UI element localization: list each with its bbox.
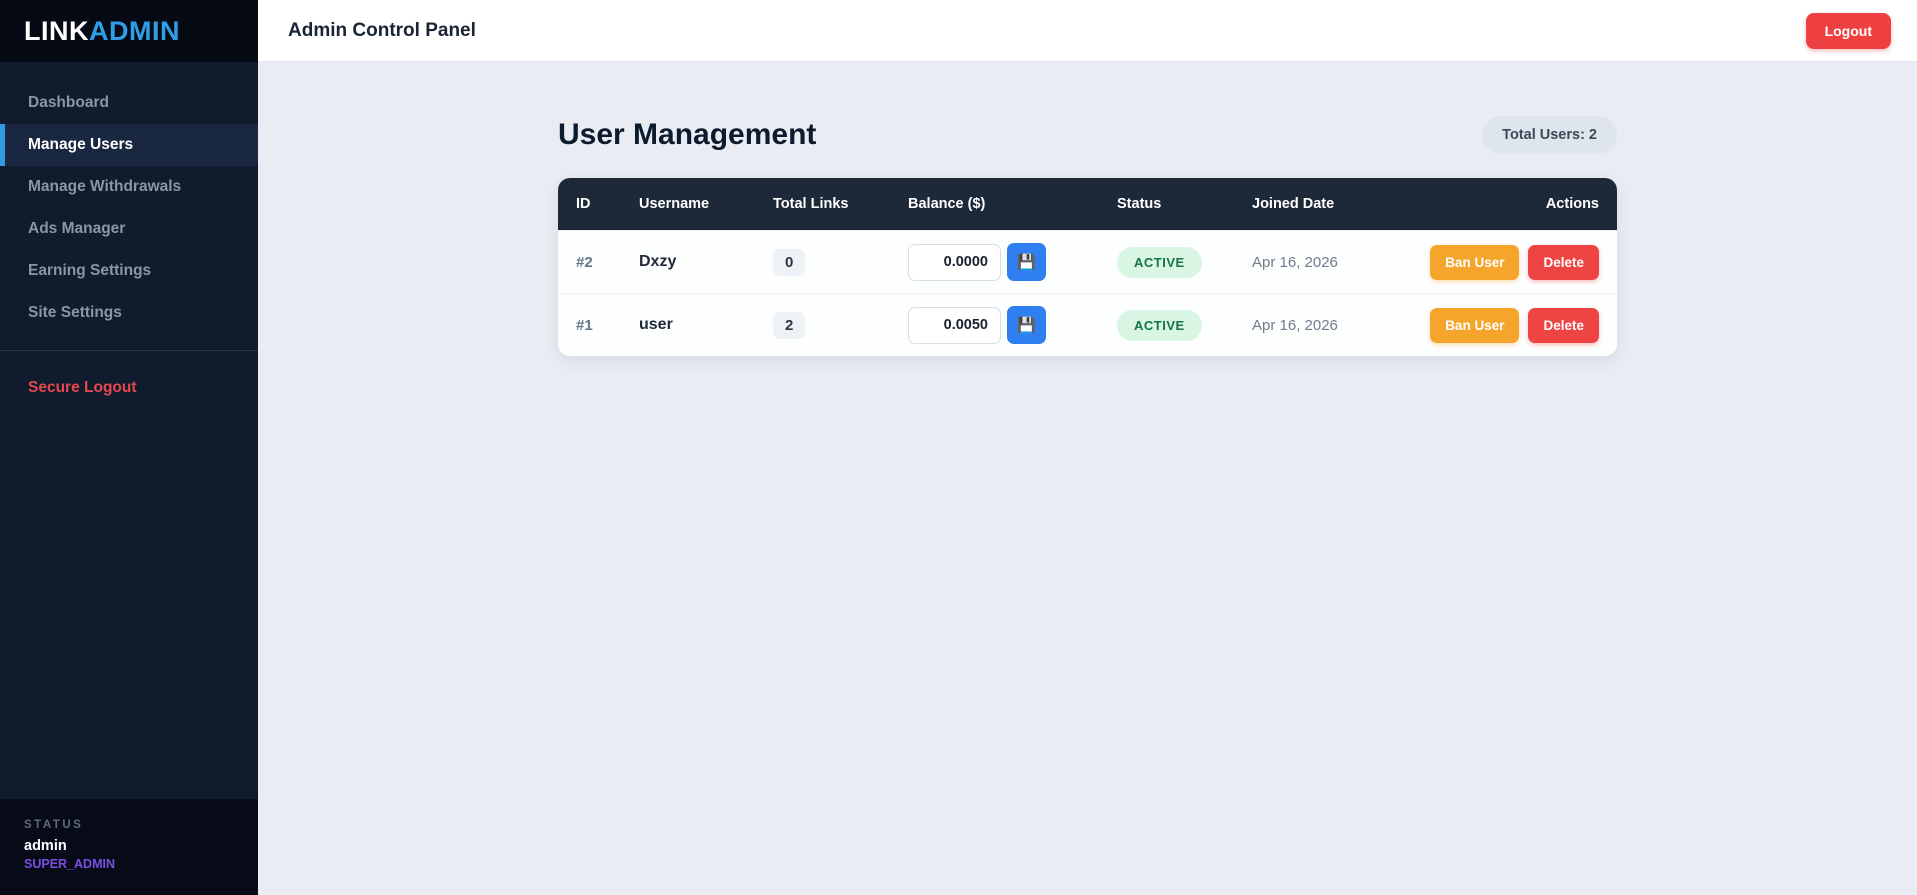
table-header-row: ID Username Total Links Balance ($) Stat…	[558, 178, 1617, 230]
sidebar-footer: STATUS admin SUPER_ADMIN	[0, 799, 258, 895]
table-row: #2Dxzy0 💾 ACTIVE Apr 16, 2026 Ban User Delete	[558, 230, 1617, 293]
balance-input[interactable]	[908, 244, 1001, 281]
status-badge: ACTIVE	[1117, 310, 1202, 341]
main-column: Admin Control Panel Logout User Manageme…	[258, 0, 1917, 895]
username: user	[639, 316, 773, 334]
sidebar: LINKADMIN DashboardManage UsersManage Wi…	[0, 0, 258, 895]
col-header-username: Username	[639, 196, 773, 212]
user-id: #1	[576, 317, 639, 334]
sidebar-item-manage-withdrawals[interactable]: Manage Withdrawals	[0, 166, 258, 208]
page-title: User Management	[558, 118, 816, 152]
status-username: admin	[24, 838, 234, 854]
status-badge: ACTIVE	[1117, 247, 1202, 278]
joined-date: Apr 16, 2026	[1252, 317, 1418, 334]
save-icon: 💾	[1017, 255, 1036, 270]
delete-button[interactable]: Delete	[1528, 245, 1599, 280]
users-table: ID Username Total Links Balance ($) Stat…	[558, 178, 1617, 356]
ban-user-button[interactable]: Ban User	[1430, 308, 1519, 343]
sidebar-item-secure-logout[interactable]: Secure Logout	[0, 367, 258, 409]
logout-button[interactable]: Logout	[1806, 13, 1891, 49]
main-content: User Management Total Users: 2 ID Userna…	[258, 62, 1917, 895]
sidebar-divider	[0, 350, 258, 351]
sidebar-item-dashboard[interactable]: Dashboard	[0, 82, 258, 124]
sidebar-nav: DashboardManage UsersManage WithdrawalsA…	[0, 62, 258, 334]
save-icon: 💾	[1017, 318, 1036, 333]
col-header-joined-date: Joined Date	[1252, 196, 1418, 212]
sidebar-item-site-settings[interactable]: Site Settings	[0, 292, 258, 334]
joined-date: Apr 16, 2026	[1252, 254, 1418, 271]
app-logo: LINKADMIN	[0, 0, 258, 62]
col-header-total-links: Total Links	[773, 196, 908, 212]
save-balance-button[interactable]: 💾	[1007, 306, 1046, 344]
logo-text-link: LINK	[24, 16, 89, 47]
sidebar-item-earning-settings[interactable]: Earning Settings	[0, 250, 258, 292]
delete-button[interactable]: Delete	[1528, 308, 1599, 343]
table-row: #1user2 💾 ACTIVE Apr 16, 2026 Ban User Delete	[558, 293, 1617, 356]
total-links-chip: 2	[773, 312, 805, 339]
admin-app: LINKADMIN DashboardManage UsersManage Wi…	[0, 0, 1917, 895]
sidebar-item-ads-manager[interactable]: Ads Manager	[0, 208, 258, 250]
topbar: Admin Control Panel Logout	[258, 0, 1917, 62]
save-balance-button[interactable]: 💾	[1007, 243, 1046, 281]
col-header-balance: Balance ($)	[908, 196, 1117, 212]
status-label: STATUS	[24, 819, 234, 831]
logo-text-admin: ADMIN	[89, 16, 180, 47]
topbar-title: Admin Control Panel	[288, 20, 476, 42]
total-users-badge: Total Users: 2	[1482, 116, 1617, 154]
col-header-id: ID	[576, 196, 639, 212]
balance-input[interactable]	[908, 307, 1001, 344]
ban-user-button[interactable]: Ban User	[1430, 245, 1519, 280]
col-header-actions: Actions	[1418, 196, 1599, 212]
user-id: #2	[576, 254, 639, 271]
username: Dxzy	[639, 253, 773, 271]
table-body: #2Dxzy0 💾 ACTIVE Apr 16, 2026 Ban User Delete…	[558, 230, 1617, 356]
status-role: SUPER_ADMIN	[24, 857, 234, 871]
sidebar-item-manage-users[interactable]: Manage Users	[0, 124, 258, 166]
page-heading-row: User Management Total Users: 2	[558, 116, 1617, 154]
col-header-status: Status	[1117, 196, 1252, 212]
total-links-chip: 0	[773, 249, 805, 276]
